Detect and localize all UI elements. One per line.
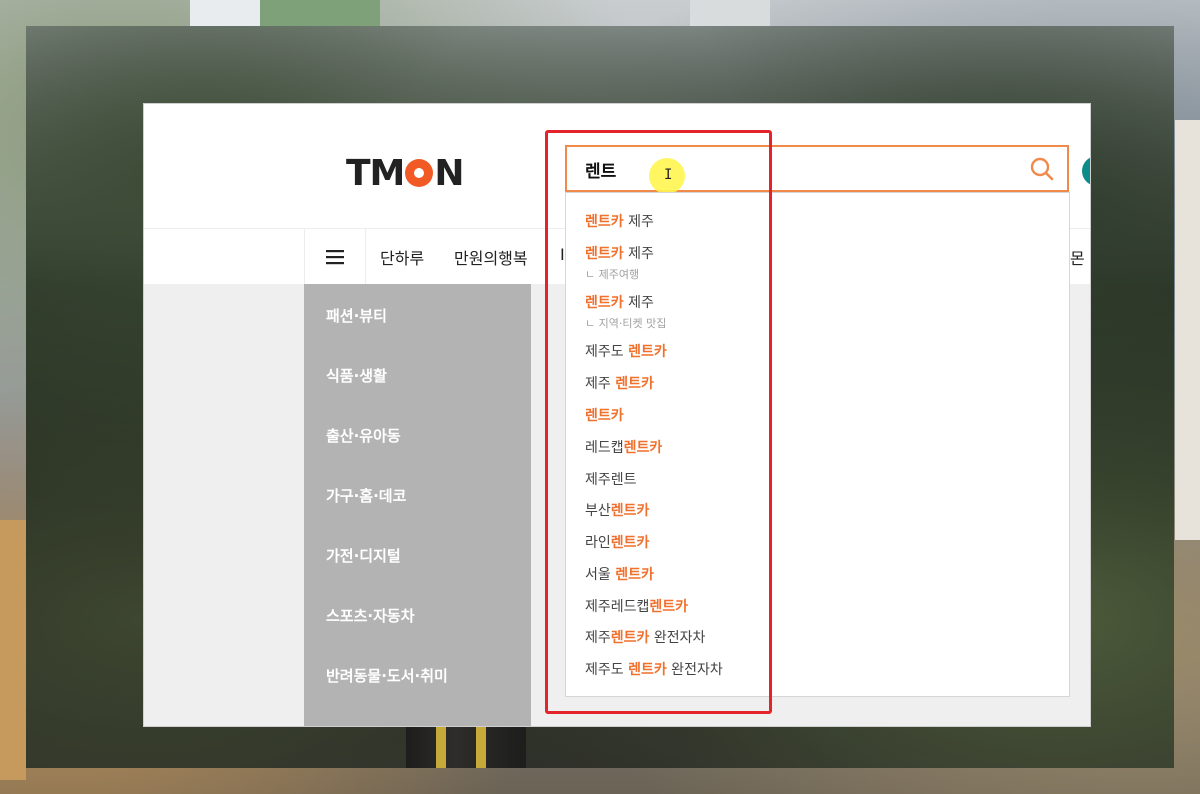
road-line [476, 726, 486, 768]
suggestion-item[interactable]: 렌트카 제주 [585, 243, 654, 263]
search-box [565, 145, 1069, 192]
background-patch [690, 0, 770, 26]
autocomplete-dropdown: 렌트카 제주 렌트카 제주 ㄴ 제주여행 렌트카 제주 ㄴ 지역·티켓 맛집 제… [565, 192, 1070, 697]
suggestion-item[interactable]: 라인렌트카 [585, 532, 649, 552]
suggestion-item[interactable]: 제주렌트카 완전자차 [585, 627, 705, 647]
search-icon [1030, 157, 1054, 181]
suggestion-item[interactable]: 제주 렌트카 [585, 373, 654, 393]
suggestion-item[interactable]: 제주도 렌트카 완전자차 [585, 659, 723, 679]
text-cursor-icon: I [664, 167, 673, 183]
nav-item-partial[interactable]: I [560, 245, 565, 264]
background-patch [260, 0, 380, 26]
category-item[interactable]: 식품·생활 [326, 365, 387, 386]
suggestion-item[interactable]: 제주레드캡렌트카 [585, 596, 688, 616]
logo-text-n: N [434, 152, 464, 194]
suggestion-subcategory: ㄴ 제주여행 [585, 268, 640, 281]
nav-item-ten-thousand-won[interactable]: 만원의행복 [454, 245, 528, 269]
suggestion-item[interactable]: 렌트카 제주 [585, 292, 654, 312]
suggestion-item[interactable]: 서울 렌트카 [585, 564, 654, 584]
category-item[interactable]: 가구·홈·데코 [326, 485, 406, 506]
menu-button[interactable] [304, 229, 366, 285]
suggestion-item[interactable]: 제주도 렌트카 [585, 341, 667, 361]
background-patch [190, 0, 260, 26]
category-item[interactable]: 반려동물·도서·취미 [326, 665, 448, 686]
search-button[interactable] [1029, 156, 1055, 182]
category-item[interactable]: 가전·디지털 [326, 545, 401, 566]
suggestion-item[interactable]: 렌트카 제주 [585, 211, 654, 231]
background-patch [1175, 120, 1200, 540]
logo-text-tm: TM [346, 152, 405, 194]
suggestion-subcategory: ㄴ 지역·티켓 맛집 [585, 317, 667, 330]
tmon-page: TM N I 단하루 만원의행복 I 몬 [144, 104, 1090, 726]
hamburger-menu-icon [326, 250, 344, 265]
category-panel: 패션·뷰티 식품·생활 출산·유아동 가구·홈·데코 가전·디지털 스포츠·자동… [304, 284, 531, 726]
suggestion-item[interactable]: 제주렌트 [585, 469, 637, 489]
category-item[interactable]: 출산·유아동 [326, 425, 401, 446]
background-patch [0, 520, 26, 780]
road-line [436, 726, 446, 768]
nav-item-daily-deal[interactable]: 단하루 [380, 245, 424, 269]
category-item[interactable]: 패션·뷰티 [326, 305, 387, 326]
logo-o-ring [405, 159, 434, 187]
road-graphic [406, 726, 526, 768]
suggestion-item[interactable]: 레드캡렌트카 [585, 437, 662, 457]
suggestion-item[interactable]: 렌트카 [585, 405, 624, 425]
nav-item-partial-right[interactable]: 몬 [1070, 245, 1085, 269]
suggestion-item[interactable]: 부산렌트카 [585, 500, 649, 520]
side-badge-icon[interactable] [1082, 156, 1090, 186]
category-item[interactable]: 스포츠·자동차 [326, 605, 415, 626]
tmon-logo[interactable]: TM N [346, 152, 465, 194]
search-input[interactable] [585, 155, 1005, 183]
